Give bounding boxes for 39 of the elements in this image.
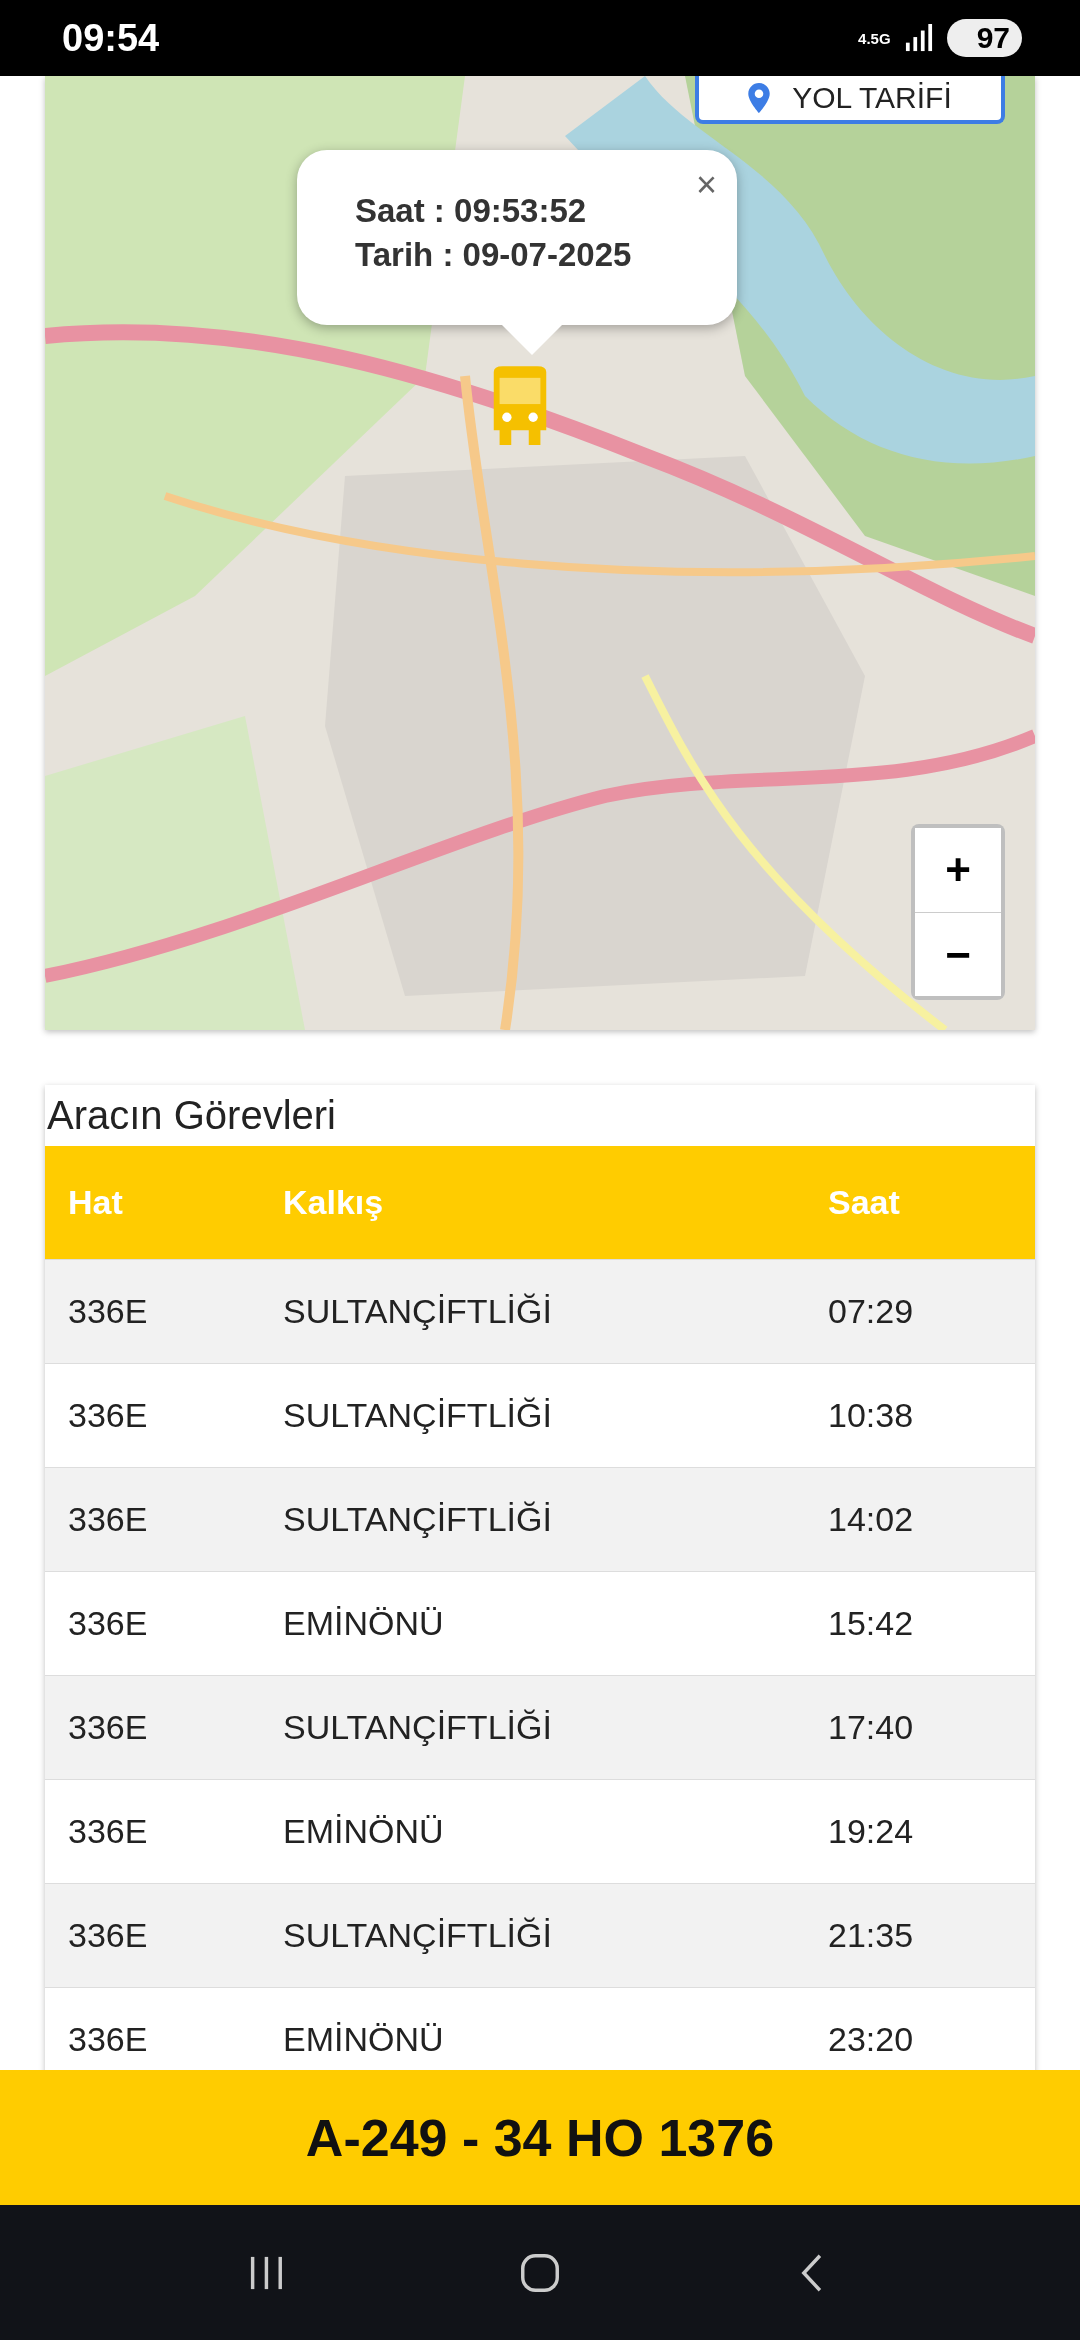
network-type: 4.5G bbox=[858, 29, 891, 47]
table-cell-text: SULTANÇİFTLİĞİ bbox=[283, 1500, 553, 1539]
table-cell-text: 336E bbox=[67, 1292, 149, 1331]
table-cell-text: SULTANÇİFTLİĞİ bbox=[283, 1292, 553, 1331]
table-cell-text: 336E bbox=[67, 1916, 149, 1955]
table-cell-text: 336E bbox=[67, 1604, 149, 1643]
vehicle-title: A-249 - 34 HO 1376 bbox=[305, 2107, 775, 2168]
location-pin-icon bbox=[748, 83, 771, 113]
directions-button[interactable]: YOL TARİFİ bbox=[695, 76, 1005, 124]
table-cell-text: EMİNÖNÜ bbox=[283, 1604, 445, 1643]
table-cell-text: 336E bbox=[67, 1396, 149, 1435]
popup-text: Saat : 09:53:52 bbox=[355, 192, 588, 230]
table-cell-text: EMİNÖNÜ bbox=[283, 2020, 445, 2059]
popup-text: Tarih : 09-07-2025 bbox=[355, 236, 632, 274]
table-cell-text: SULTANÇİFTLİĞİ bbox=[283, 1396, 553, 1435]
column-header: Saat bbox=[828, 1183, 901, 1222]
table-cell-text: SULTANÇİFTLİĞİ bbox=[283, 1916, 553, 1955]
table-cell-text: 17:40 bbox=[828, 1708, 915, 1747]
table-cell-text: SULTANÇİFTLİĞİ bbox=[283, 1708, 553, 1747]
table-cell-text: 07:29 bbox=[828, 1292, 915, 1331]
table-cell-text: 10:38 bbox=[828, 1396, 915, 1435]
table-cell-text: 14:02 bbox=[828, 1500, 915, 1539]
column-header: Kalkış bbox=[283, 1183, 385, 1222]
table-cell-text: 336E bbox=[67, 2020, 149, 2059]
table-cell-text: 336E bbox=[67, 1708, 149, 1747]
table-cell-text: EMİNÖNÜ bbox=[283, 1812, 445, 1851]
battery-indicator: 97 bbox=[946, 19, 1022, 57]
table-cell-text: 19:24 bbox=[828, 1812, 915, 1851]
table-cell-text: 15:42 bbox=[828, 1604, 915, 1643]
card-title: Aracın Görevleri bbox=[46, 1092, 337, 1139]
table-cell-text: 23:20 bbox=[828, 2020, 915, 2059]
signal-icon bbox=[904, 24, 933, 52]
table-cell-text: 21:35 bbox=[828, 1916, 915, 1955]
table-cell-text: 336E bbox=[67, 1812, 149, 1851]
column-header: Hat bbox=[67, 1183, 124, 1222]
close-button[interactable]: × bbox=[695, 164, 717, 206]
table-cell-text: 336E bbox=[67, 1500, 149, 1539]
zoom-out-button[interactable]: − bbox=[915, 912, 1001, 996]
status-time: 09:54 bbox=[62, 16, 160, 60]
